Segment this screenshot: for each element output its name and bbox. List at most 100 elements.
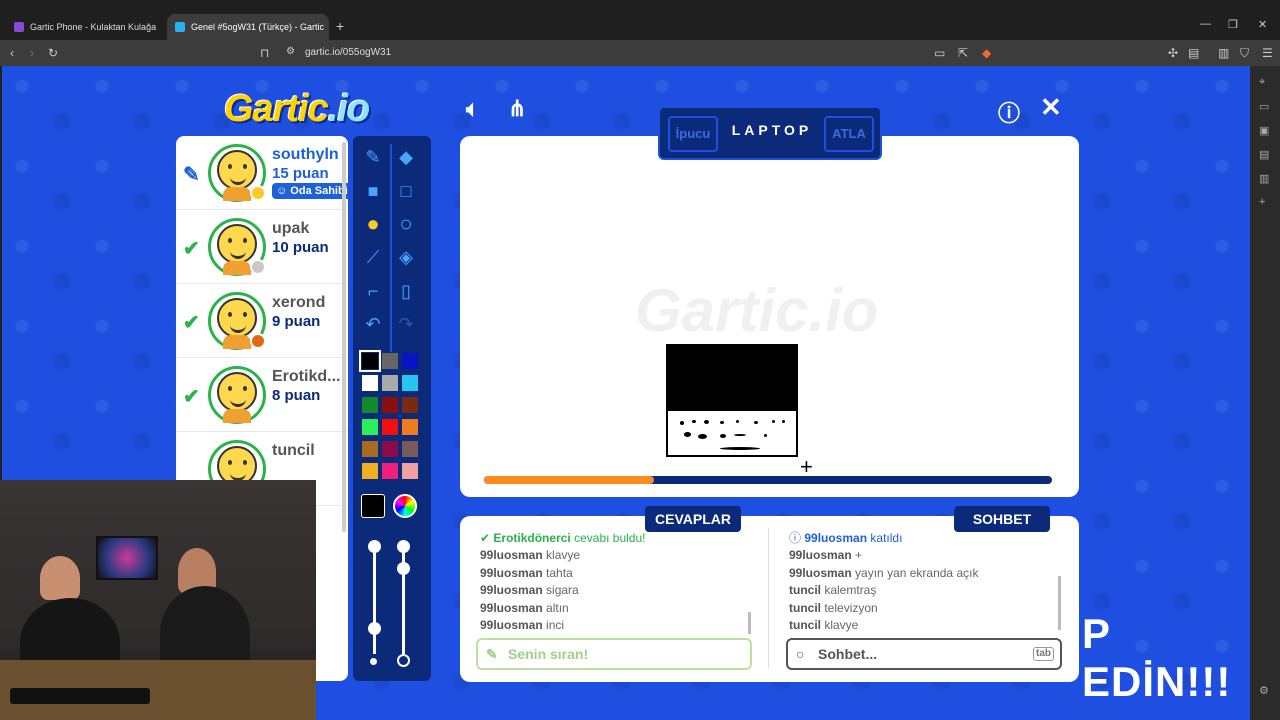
- share-game-icon[interactable]: ⋔: [508, 96, 526, 122]
- leo-icon[interactable]: ▣: [1259, 124, 1269, 137]
- sidebar-icon[interactable]: ▥: [1218, 46, 1229, 60]
- color-swatch[interactable]: [401, 418, 419, 436]
- gartic-phone-favicon-icon: [14, 22, 24, 32]
- drawing-canvas[interactable]: Gartic.io +: [460, 136, 1079, 497]
- avatar-body: [223, 261, 251, 275]
- maximize-icon[interactable]: ❐: [1228, 18, 1238, 31]
- player-row[interactable]: ✔ upak 10 puan: [176, 210, 348, 284]
- info-small-icon: ⓘ: [789, 531, 805, 545]
- color-swatch[interactable]: [381, 440, 399, 458]
- answer-input[interactable]: ✎ Senin sıran!: [476, 638, 752, 670]
- filled-circle-icon[interactable]: ●: [360, 211, 386, 237]
- wallet-icon[interactable]: ▭: [1259, 100, 1269, 113]
- site-info-icon[interactable]: ⚙: [286, 46, 295, 57]
- redo-icon[interactable]: ↷: [393, 311, 419, 337]
- pencil-icon[interactable]: ✎: [360, 144, 386, 170]
- bookmark-icon[interactable]: ⊓: [260, 46, 269, 60]
- slider-knob[interactable]: [368, 540, 381, 553]
- color-swatch[interactable]: [361, 440, 379, 458]
- secret-word: LAPTOP: [731, 122, 813, 138]
- skip-button[interactable]: ATLA: [824, 116, 874, 152]
- reload-icon[interactable]: ↻: [48, 46, 58, 60]
- small-brush-dot: [370, 658, 377, 665]
- eyedropper-icon[interactable]: ⌐: [360, 278, 386, 304]
- vpn-icon[interactable]: ⛉: [1240, 46, 1249, 61]
- color-swatch[interactable]: [401, 440, 419, 458]
- player-row[interactable]: ✔ xerond 9 puan: [176, 284, 348, 358]
- minimize-icon[interactable]: —: [1200, 18, 1211, 30]
- share-icon[interactable]: ⇱: [958, 46, 968, 60]
- rect-outline-icon[interactable]: □: [393, 178, 419, 204]
- bookmarks-panel-icon[interactable]: ▤: [1259, 148, 1269, 161]
- new-tab-icon[interactable]: +: [336, 18, 344, 34]
- forward-icon[interactable]: ›: [30, 46, 34, 60]
- player-name: Erotikd...: [272, 368, 341, 385]
- color-swatch[interactable]: [381, 374, 399, 392]
- tab-gartic-phone[interactable]: Gartic Phone - Kulaktan Kulağa: [6, 14, 166, 40]
- browser-tab-bar: Gartic Phone - Kulaktan Kulağa Genel #5o…: [0, 0, 1280, 40]
- window-close-icon[interactable]: ✕: [1258, 18, 1267, 31]
- circle-outline-icon[interactable]: ○: [393, 211, 419, 237]
- back-icon[interactable]: ‹: [10, 46, 14, 60]
- message-user: 99luosman: [480, 617, 543, 632]
- color-swatch[interactable]: [361, 374, 379, 392]
- answers-scrollbar[interactable]: [748, 612, 751, 634]
- current-color[interactable]: [361, 494, 385, 518]
- color-swatch[interactable]: [361, 418, 379, 436]
- color-swatch[interactable]: [359, 350, 381, 372]
- hint-button[interactable]: İpucu: [668, 116, 718, 152]
- color-swatch[interactable]: [381, 462, 399, 480]
- filled-rect-icon[interactable]: ■: [360, 178, 386, 204]
- tab-gartic-io[interactable]: Genel #5ogW31 (Türkçe) - Gartic ✕: [167, 14, 329, 40]
- slider-knob[interactable]: [397, 540, 410, 553]
- color-swatch[interactable]: [361, 396, 379, 414]
- color-swatch[interactable]: [401, 374, 419, 392]
- tab-chat[interactable]: SOHBET: [954, 506, 1050, 532]
- settings-gear-icon[interactable]: ⚙: [1259, 684, 1269, 697]
- color-swatch[interactable]: [381, 418, 399, 436]
- reading-list-icon[interactable]: ▥: [1259, 172, 1269, 185]
- tab-search-icon[interactable]: ▤: [1188, 46, 1199, 60]
- slider-knob[interactable]: [368, 622, 381, 635]
- undo-icon[interactable]: ↶: [360, 311, 386, 337]
- canvas-watermark: Gartic.io: [635, 277, 879, 344]
- info-icon[interactable]: ⓘ: [998, 96, 1020, 128]
- slider-knob[interactable]: [397, 562, 410, 575]
- color-swatch[interactable]: [401, 462, 419, 480]
- player-row[interactable]: ✔ Erotikd... 8 puan: [176, 358, 348, 432]
- webcam-keyboard: [10, 688, 150, 704]
- message-text: tahta: [546, 565, 573, 580]
- color-swatch[interactable]: [381, 396, 399, 414]
- exit-icon[interactable]: ✕: [1040, 92, 1062, 123]
- new-page-icon[interactable]: ▯: [393, 278, 419, 304]
- color-swatch[interactable]: [401, 352, 419, 370]
- player-list-scrollbar[interactable]: [342, 142, 346, 532]
- eraser-icon[interactable]: ◆: [393, 144, 419, 170]
- chat-input[interactable]: ○ Sohbet... tab: [786, 638, 1062, 670]
- brush-size-slider[interactable]: [373, 546, 376, 654]
- extensions-icon[interactable]: ✣: [1168, 46, 1178, 60]
- gartic-logo: Gartic.io: [224, 88, 370, 130]
- key-dot: [782, 420, 785, 423]
- chat-message: tuncil televizyon: [789, 600, 1069, 617]
- color-swatch[interactable]: [401, 396, 419, 414]
- menu-icon[interactable]: ☰: [1262, 46, 1273, 60]
- tab-answers[interactable]: CEVAPLAR: [645, 506, 741, 532]
- fill-bucket-icon[interactable]: ◈: [393, 244, 419, 270]
- tab-title: Genel #5ogW31 (Türkçe) - Gartic: [191, 22, 325, 32]
- message-text: cevabı buldu!: [574, 531, 646, 545]
- address-bar[interactable]: gartic.io/055ogW31: [305, 47, 391, 58]
- color-swatch[interactable]: [381, 352, 399, 370]
- color-swatch[interactable]: [361, 462, 379, 480]
- line-icon[interactable]: ⟋: [360, 244, 386, 270]
- sound-icon[interactable]: 🔈︎: [466, 96, 479, 122]
- cast-icon[interactable]: ▭: [934, 46, 945, 60]
- player-row[interactable]: ✎ southyln 15 puan ☺ Oda Sahibi: [176, 136, 348, 210]
- message-text: altın: [546, 600, 569, 615]
- chat-scrollbar[interactable]: [1058, 576, 1061, 630]
- browser-side-panel: ⌖ ▭ ▣ ▤ ▥ + ⚙: [1250, 66, 1280, 720]
- add-panel-icon[interactable]: +: [1259, 196, 1265, 208]
- color-wheel-icon[interactable]: [393, 494, 417, 518]
- pin-icon[interactable]: ⌖: [1259, 76, 1265, 89]
- brave-shield-icon[interactable]: ◆: [982, 46, 991, 60]
